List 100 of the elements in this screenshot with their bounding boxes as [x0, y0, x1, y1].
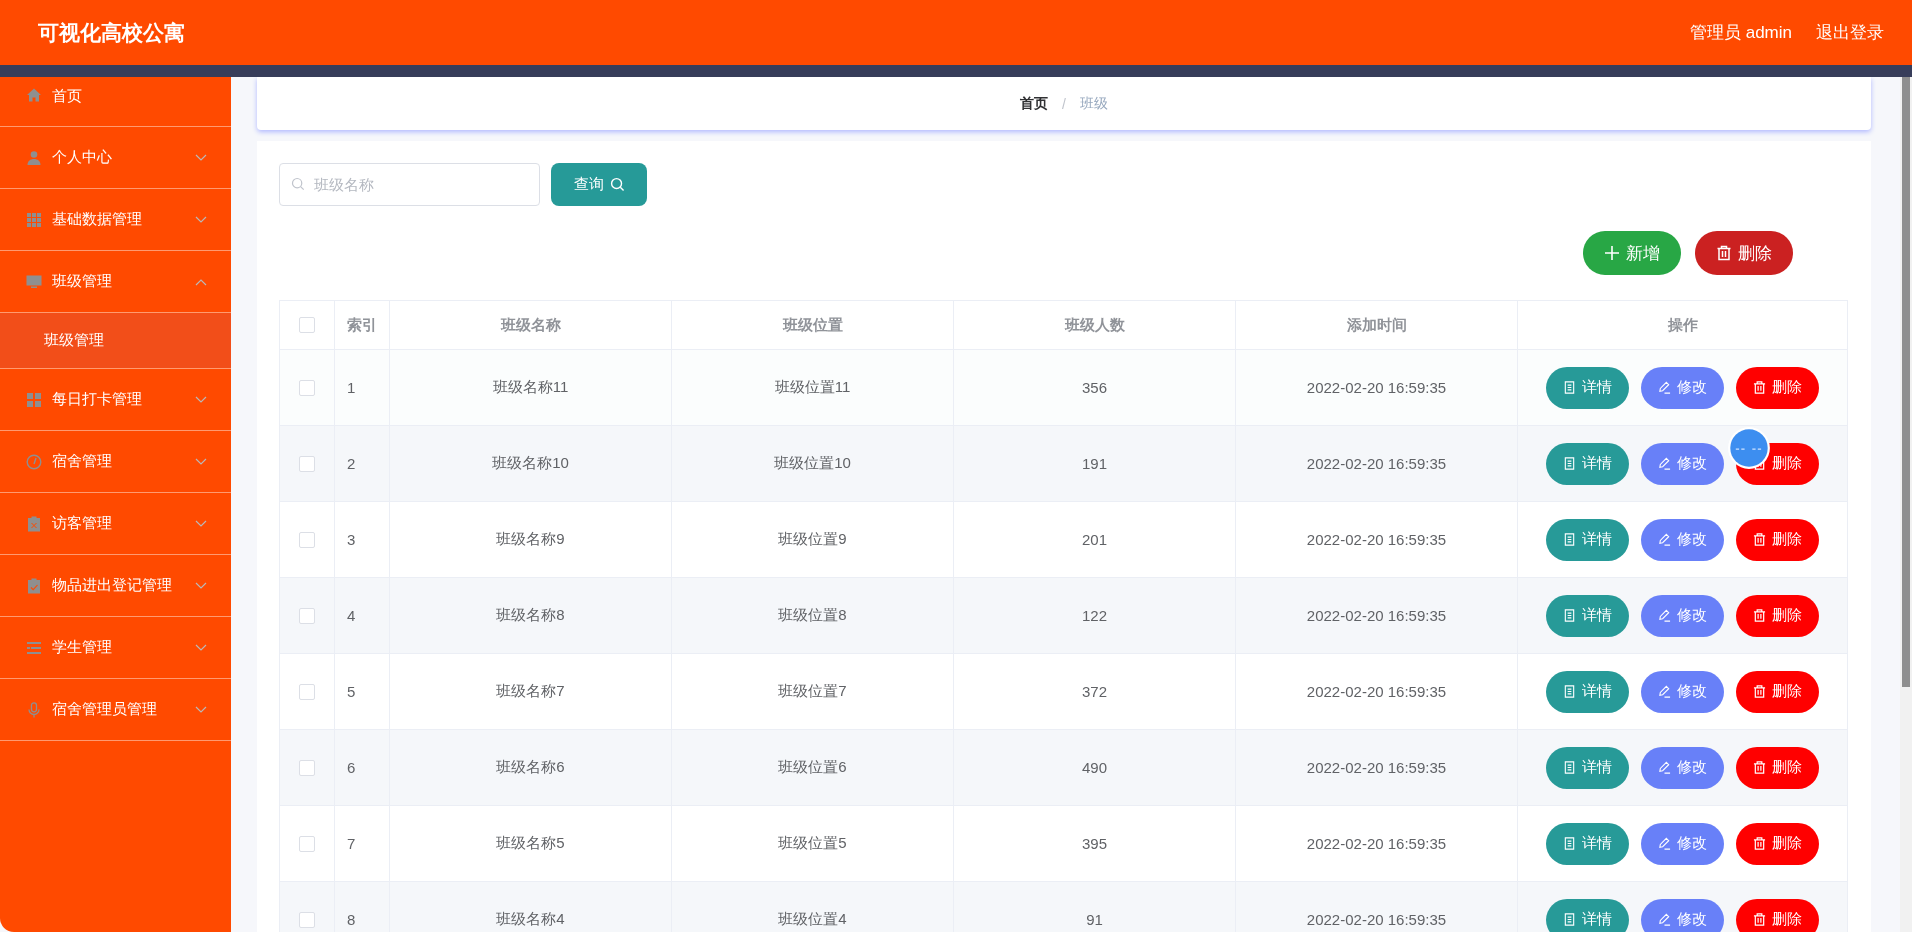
menu-item[interactable]: 访客管理	[0, 493, 231, 555]
menu-item[interactable]: 个人中心	[0, 127, 231, 189]
row-checkbox[interactable]	[299, 379, 315, 396]
trash-icon	[1753, 609, 1766, 622]
app-title: 可视化高校公寓	[38, 19, 185, 46]
detail-button[interactable]: 详情	[1546, 442, 1629, 485]
monitor-icon	[26, 273, 42, 290]
delete-button[interactable]: 删除	[1736, 746, 1819, 789]
plus-icon	[1604, 245, 1620, 261]
table-cell: 班级名称10	[492, 454, 569, 473]
row-checkbox[interactable]	[299, 911, 315, 928]
document-icon	[1563, 609, 1576, 622]
pencil-icon	[1658, 685, 1671, 698]
edit-button[interactable]: 修改	[1641, 366, 1724, 409]
edit-button[interactable]: 修改	[1641, 442, 1724, 485]
search-icon	[291, 177, 305, 191]
delete-button[interactable]: 删除	[1736, 670, 1819, 713]
table-cell: 6	[347, 759, 356, 776]
detail-button[interactable]: 详情	[1546, 518, 1629, 561]
logout-link[interactable]: 退出登录	[1816, 21, 1884, 44]
table-cell: 395	[1082, 835, 1107, 852]
row-checkbox[interactable]	[299, 759, 315, 776]
document-icon	[1563, 457, 1576, 470]
column-header: 添加时间	[1346, 315, 1407, 335]
clipboard-check-icon	[26, 577, 42, 594]
delete-button[interactable]: 删除	[1736, 366, 1819, 409]
menu-item[interactable]: 学生管理	[0, 617, 231, 679]
table-cell: 201	[1082, 531, 1107, 548]
table-cell: 2022-02-20 16:59:35	[1306, 683, 1447, 700]
breadcrumb-separator: /	[1062, 95, 1066, 112]
trash-icon	[1716, 245, 1732, 261]
edit-button[interactable]: 修改	[1641, 594, 1724, 637]
menu-item[interactable]: 物品进出登记管理	[0, 555, 231, 617]
table-cell: 班级位置7	[778, 682, 847, 701]
detail-button[interactable]: 详情	[1546, 670, 1629, 713]
table-cell: 班级名称5	[496, 834, 565, 853]
table-cell: 2022-02-20 16:59:35	[1306, 911, 1447, 928]
table-cell: 8	[347, 911, 356, 928]
delete-button[interactable]: 删除	[1736, 898, 1819, 932]
search-field[interactable]: 班级名称	[279, 163, 540, 206]
menu-item[interactable]: 首页	[0, 77, 231, 127]
table-cell: 2022-02-20 16:59:35	[1306, 759, 1447, 776]
edit-button[interactable]: 修改	[1641, 746, 1724, 789]
column-header: 班级位置	[782, 315, 843, 335]
delete-button[interactable]: 删除	[1695, 231, 1793, 275]
trash-icon	[1753, 685, 1766, 698]
table-cell: 356	[1082, 379, 1107, 396]
edit-button[interactable]: 修改	[1641, 898, 1724, 932]
table-cell: 191	[1082, 455, 1107, 472]
table-cell: 3	[347, 531, 356, 548]
table-cell: 2022-02-20 16:59:35	[1306, 379, 1447, 396]
menu-item[interactable]: 每日打卡管理	[0, 369, 231, 431]
table-cell: 班级名称6	[496, 758, 565, 777]
breadcrumb-link[interactable]: 首页	[1020, 94, 1049, 113]
row-checkbox[interactable]	[299, 607, 315, 624]
detail-button[interactable]: 详情	[1546, 746, 1629, 789]
delete-button[interactable]: 删除	[1736, 822, 1819, 865]
menu-item[interactable]: 宿舍管理	[0, 431, 231, 493]
edit-button[interactable]: 修改	[1641, 518, 1724, 561]
table-cell: 2022-02-20 16:59:35	[1306, 455, 1447, 472]
scrollbar[interactable]	[1900, 77, 1912, 932]
detail-button[interactable]: 详情	[1546, 594, 1629, 637]
detail-button[interactable]: 详情	[1546, 822, 1629, 865]
menu-item[interactable]: 宿舍管理员管理	[0, 679, 231, 741]
floating-ball-icon[interactable]	[1727, 426, 1771, 470]
submenu-item[interactable]: 班级管理	[0, 313, 231, 369]
document-icon	[1563, 837, 1576, 850]
table-cell: 122	[1082, 607, 1107, 624]
row-checkbox[interactable]	[299, 835, 315, 852]
row-checkbox[interactable]	[299, 683, 315, 700]
table-cell: 班级位置4	[778, 910, 847, 929]
table-cell: 班级名称9	[496, 530, 565, 549]
delete-button[interactable]: 删除	[1736, 518, 1819, 561]
table-cell: 班级位置11	[774, 378, 851, 397]
table-cell: 班级位置5	[778, 834, 847, 853]
pencil-icon	[1658, 837, 1671, 850]
delete-button[interactable]: 删除	[1736, 594, 1819, 637]
document-icon	[1563, 381, 1576, 394]
grid-icon	[26, 211, 42, 228]
microphone-icon	[26, 701, 42, 718]
edit-button[interactable]: 修改	[1641, 822, 1724, 865]
add-button[interactable]: 新增	[1583, 231, 1681, 275]
table-cell: 班级位置10	[774, 454, 851, 473]
select-all-checkbox[interactable]	[299, 317, 315, 333]
pencil-icon	[1658, 457, 1671, 470]
edit-button[interactable]: 修改	[1641, 670, 1724, 713]
row-checkbox[interactable]	[299, 531, 315, 548]
query-button[interactable]: 查询	[551, 163, 647, 206]
table-cell: 2	[347, 455, 356, 472]
user-icon	[26, 149, 42, 166]
row-checkbox[interactable]	[299, 455, 315, 472]
menu-item[interactable]: 基础数据管理	[0, 189, 231, 251]
detail-button[interactable]: 详情	[1546, 898, 1629, 932]
table-cell: 班级名称4	[496, 910, 565, 929]
trash-icon	[1753, 381, 1766, 394]
table-cell: 班级名称7	[496, 682, 565, 701]
table-cell: 2022-02-20 16:59:35	[1306, 607, 1447, 624]
table-cell: 班级位置6	[778, 758, 847, 777]
table-cell: 7	[347, 835, 356, 852]
detail-button[interactable]: 详情	[1546, 366, 1629, 409]
